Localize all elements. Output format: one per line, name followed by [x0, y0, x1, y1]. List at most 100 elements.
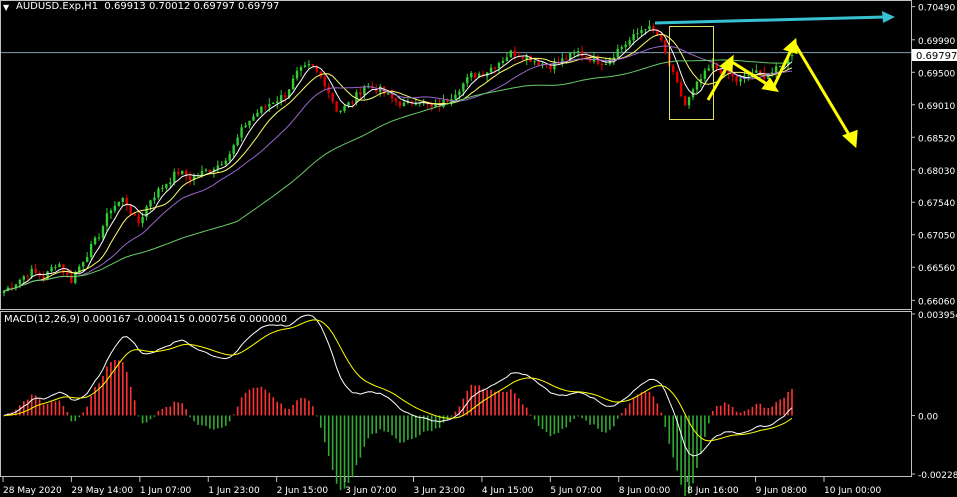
ma-60-line	[3, 59, 793, 292]
candle-body	[299, 66, 303, 71]
macd-bar	[193, 415, 195, 422]
candle-body	[279, 95, 283, 102]
macd-bar	[62, 406, 65, 416]
macd-bar	[613, 415, 615, 427]
candle-body	[161, 188, 164, 190]
macd-bar	[102, 376, 104, 416]
candle-body	[2, 291, 6, 294]
macd-bar	[319, 415, 322, 428]
candle-body	[272, 102, 275, 104]
macd-bar	[672, 415, 675, 458]
macd-bar	[149, 415, 152, 420]
macd-bar	[387, 415, 389, 433]
candle-body	[66, 272, 69, 275]
candle-body	[220, 164, 223, 166]
macd-bar	[688, 415, 690, 494]
candle-body	[204, 169, 208, 171]
candle-body	[565, 58, 568, 60]
candle-body	[687, 97, 691, 106]
macd-bar	[549, 415, 552, 437]
candle-body	[679, 82, 683, 97]
macd-histogram	[3, 360, 793, 496]
macd-bar	[197, 415, 199, 425]
dropdown-triangle-icon[interactable]: ▼	[3, 3, 9, 12]
price-panel-frame	[0, 0, 912, 310]
macd-bar	[565, 415, 568, 428]
macd-bar	[46, 403, 49, 416]
macd-bar	[616, 415, 619, 419]
time-tick-label: 29 May 14:00	[71, 486, 133, 496]
macd-bar	[692, 415, 694, 484]
macd-bar	[339, 415, 342, 491]
macd-bar	[42, 404, 45, 416]
macd-tick-label: -0.002283	[918, 471, 957, 481]
price-tick-label: 0.70490	[918, 4, 955, 14]
candle-body	[113, 205, 117, 211]
macd-tick-label: 0.00	[918, 412, 938, 422]
candle-body	[58, 264, 61, 268]
macd-bar	[351, 415, 354, 478]
candle-body	[474, 73, 477, 78]
candle-body	[521, 56, 524, 60]
cyan-trend-arrow[interactable]	[654, 15, 886, 25]
candle-body	[169, 182, 172, 185]
candle-body	[549, 65, 552, 70]
candle-body	[117, 201, 121, 206]
candle-body	[121, 197, 124, 202]
candle-body	[291, 78, 295, 90]
candle-body	[256, 112, 259, 117]
price-tick-label: 0.68520	[918, 134, 955, 144]
macd-bar	[407, 415, 409, 440]
candle-body	[70, 274, 73, 283]
macd-bar	[133, 400, 136, 416]
macd-bar	[783, 397, 785, 416]
candle-body	[600, 63, 604, 66]
candle-body	[774, 66, 778, 73]
candle-body	[236, 137, 239, 146]
macd-bar	[26, 399, 29, 416]
macd-bar	[355, 415, 358, 466]
macd-bar	[300, 397, 302, 416]
macd-bar	[434, 415, 437, 429]
ma-20-line	[3, 45, 793, 292]
macd-bar	[791, 388, 793, 416]
macd-bar	[597, 415, 599, 429]
candle-body	[735, 76, 738, 82]
chart-canvas[interactable]: 0.70490 0.69990 0.69500 0.69010 0.68520 0.680…	[0, 0, 957, 497]
candle-body	[81, 262, 85, 267]
candle-body	[50, 267, 53, 272]
macd-bar	[680, 415, 682, 485]
candle-body	[232, 145, 235, 154]
macd-bar	[403, 415, 405, 443]
macd-bar	[708, 415, 710, 424]
candle-body	[85, 257, 89, 263]
macd-bar	[652, 396, 655, 416]
time-tick-label: 1 Jun 23:00	[208, 486, 260, 496]
macd-bar	[747, 409, 750, 416]
macd-bar	[486, 390, 488, 416]
candle-body	[683, 96, 687, 106]
macd-bar	[723, 402, 726, 416]
time-tick-label: 8 Jun 00:00	[619, 486, 671, 496]
macd-tick-label: 0.003954	[918, 311, 957, 321]
candle-body	[137, 215, 140, 224]
candle-body	[224, 160, 227, 165]
candle-body	[335, 101, 338, 112]
macd-bar	[712, 410, 714, 416]
macd-bar	[418, 415, 421, 436]
candle-body	[533, 61, 536, 63]
time-tick-label: 4 Jun 15:00	[482, 486, 534, 496]
price-tick-label: 0.66060	[918, 297, 955, 307]
macd-bar	[624, 408, 627, 416]
yellow-forecast-arrows[interactable]	[706, 37, 858, 149]
candle-body	[497, 62, 501, 69]
candle-body	[664, 40, 667, 54]
macd-bar	[533, 415, 536, 420]
candle-body	[466, 77, 469, 84]
cyan-arrowhead-icon	[882, 11, 895, 23]
macd-bar	[70, 415, 73, 422]
time-tick-label: 9 Jun 08:00	[756, 486, 808, 496]
candle-body	[644, 29, 647, 31]
macd-bar	[569, 415, 572, 423]
candle-body	[505, 57, 509, 61]
